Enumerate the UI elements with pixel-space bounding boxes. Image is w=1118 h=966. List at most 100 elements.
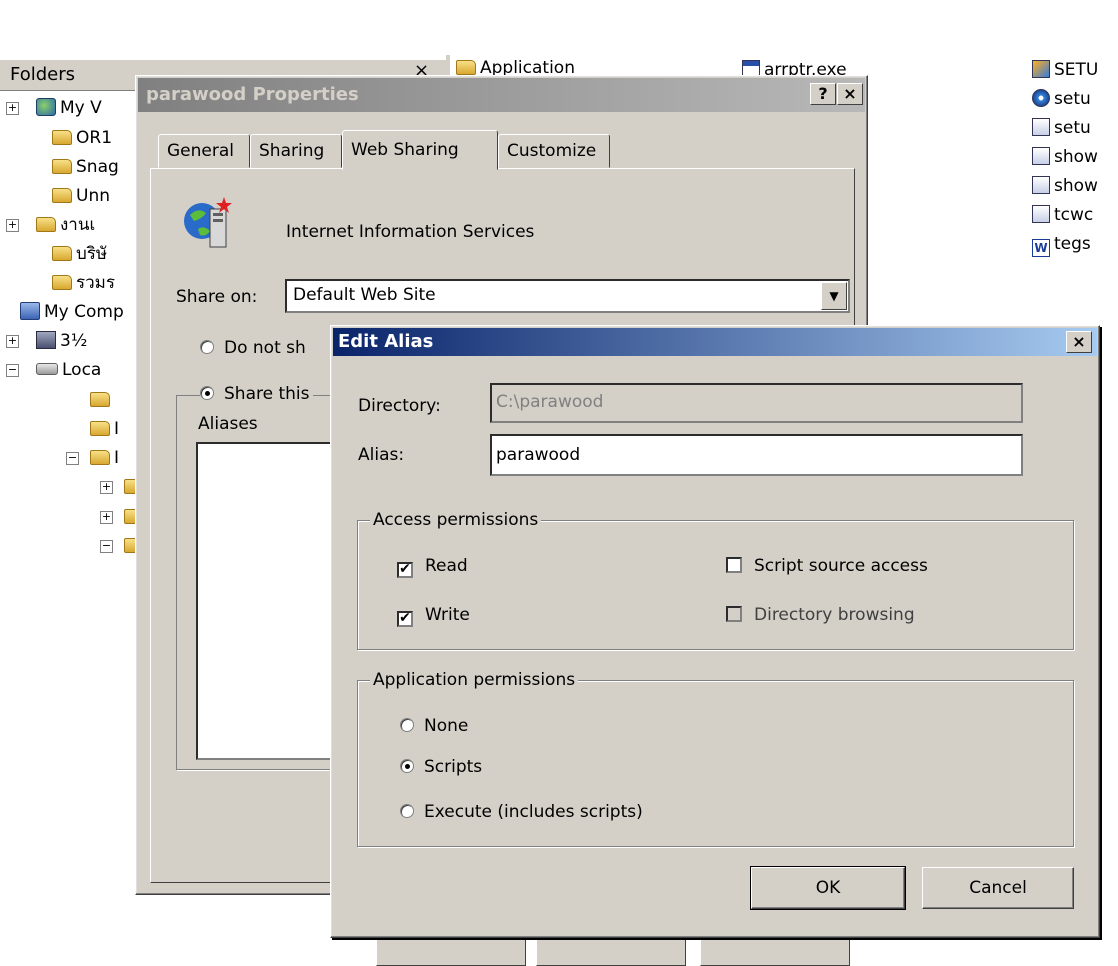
iis-label: Internet Information Services [286, 222, 535, 242]
tree-expander-icon[interactable]: − [100, 540, 113, 553]
tree-item-label: OR1 [76, 128, 113, 148]
ok-button[interactable]: OK [750, 866, 906, 910]
directory-field: C:\parawood [490, 383, 1023, 423]
file-item-label: setu [1054, 118, 1091, 138]
tab-general[interactable]: General [158, 134, 250, 168]
tree-item-label: รวมร [76, 273, 116, 293]
radio-execute[interactable]: Execute (includes scripts) [400, 802, 643, 822]
properties-ok-button[interactable] [376, 936, 526, 966]
write-label: Write [425, 605, 470, 625]
file-icon [1032, 147, 1050, 165]
tree-item-label: I [114, 448, 120, 468]
file-item[interactable]: setu [1032, 116, 1091, 140]
properties-close-button[interactable]: × [837, 83, 863, 105]
file-item[interactable]: setu [1032, 87, 1091, 111]
checkmark-icon: ✔ [397, 611, 413, 627]
tree-item[interactable] [90, 388, 114, 412]
tree-item[interactable]: OR1 [52, 126, 112, 150]
file-item[interactable]: SETU [1032, 58, 1098, 82]
file-icon [1032, 176, 1050, 194]
folder-icon [52, 188, 72, 203]
radio-scripts[interactable]: Scripts [400, 757, 482, 777]
share-on-select[interactable]: Default Web Site ▼ [285, 279, 850, 313]
script-source-access-checkbox[interactable]: Script source access [726, 556, 928, 576]
radio-execute-label: Execute (includes scripts) [424, 802, 643, 822]
file-item[interactable]: tegs [1032, 232, 1091, 257]
edit-alias-title: Edit Alias [338, 331, 434, 352]
tab-sharing[interactable]: Sharing [250, 134, 342, 168]
cd-icon [1032, 89, 1050, 107]
directory-browsing-checkbox[interactable]: Directory browsing [726, 605, 915, 625]
tree-expander-icon[interactable]: + [100, 511, 113, 524]
checkbox-empty [726, 606, 742, 622]
file-item[interactable]: tcwc [1032, 203, 1093, 227]
write-checkbox[interactable]: ✔ Write [397, 605, 470, 627]
chevron-down-icon[interactable]: ▼ [821, 282, 847, 310]
folder-icon [52, 275, 72, 290]
read-label: Read [425, 556, 468, 576]
radio-do-not-share[interactable]: Do not sh [200, 338, 306, 358]
tree-item[interactable]: I [90, 446, 119, 470]
directory-browsing-label: Directory browsing [754, 605, 915, 625]
application-permissions-title: Application permissions [370, 670, 579, 690]
tree-item[interactable]: My Comp [20, 300, 124, 324]
tree-item-label: Snag [76, 157, 119, 177]
cancel-button[interactable]: Cancel [922, 867, 1074, 909]
floppy-icon [36, 331, 56, 349]
file-item-label: tcwc [1054, 205, 1094, 225]
tree-item-label: 3½ [60, 331, 88, 351]
tree-item[interactable]: รวมร [52, 271, 115, 295]
access-permissions-title: Access permissions [370, 510, 542, 530]
share-on-value: Default Web Site [293, 285, 436, 305]
radio-indicator [400, 804, 414, 818]
tree-expander-icon[interactable]: − [66, 452, 79, 465]
radio-none[interactable]: None [400, 716, 468, 736]
tree-item[interactable]: Snag [52, 155, 119, 179]
read-checkbox[interactable]: ✔ Read [397, 556, 468, 578]
file-item-label: SETU [1054, 60, 1099, 80]
file-item-label: show [1054, 147, 1098, 167]
file-icon [1032, 118, 1050, 136]
properties-apply-button[interactable] [700, 936, 850, 966]
file-item-label: show [1054, 176, 1098, 196]
alias-input[interactable] [490, 434, 1023, 476]
tree-expander-icon[interactable]: + [6, 335, 19, 348]
folder-icon [52, 130, 72, 145]
tree-expander-icon[interactable]: − [6, 364, 19, 377]
tab-web-sharing[interactable]: Web Sharing [342, 130, 498, 170]
radio-share-this[interactable]: Share this [200, 384, 314, 404]
tree-expander-icon[interactable]: + [6, 102, 19, 115]
file-item-label: setu [1054, 89, 1091, 109]
tree-expander-icon[interactable]: + [6, 219, 19, 232]
tree-item[interactable]: Unn [52, 184, 110, 208]
tree-item[interactable]: บริษั [52, 242, 107, 266]
iis-server-icon [184, 197, 232, 248]
file-item[interactable]: show [1032, 174, 1098, 198]
folder-icon [52, 159, 72, 174]
edit-alias-close-button[interactable]: × [1066, 331, 1092, 353]
edit-alias-titlebar[interactable] [333, 328, 1097, 356]
tab-customize[interactable]: Customize [498, 134, 610, 168]
properties-cancel-button[interactable] [536, 936, 686, 966]
tree-item[interactable]: I [90, 417, 119, 441]
setup-icon [1032, 60, 1050, 78]
file-item-label: tegs [1054, 234, 1091, 254]
properties-title: parawood Properties [146, 84, 359, 105]
checkbox-empty [726, 557, 742, 573]
tree-item[interactable]: 3½ [36, 329, 87, 353]
tree-item[interactable]: Loca [36, 358, 101, 382]
help-button[interactable]: ? [810, 83, 836, 105]
radio-scripts-label: Scripts [424, 757, 483, 777]
tree-item-label: My Comp [44, 302, 124, 322]
tree-item-label: งานเ [60, 215, 96, 235]
tree-expander-icon[interactable]: + [100, 481, 113, 494]
file-item[interactable]: show [1032, 145, 1098, 169]
tree-item[interactable]: My V [36, 96, 102, 120]
folder-icon [90, 450, 110, 465]
access-permissions-group [357, 520, 1074, 650]
radio-indicator [400, 718, 414, 732]
tree-item[interactable]: งานเ [36, 213, 95, 237]
radio-indicator [400, 759, 414, 773]
computer-icon [20, 302, 40, 320]
aliases-list[interactable] [196, 442, 346, 760]
